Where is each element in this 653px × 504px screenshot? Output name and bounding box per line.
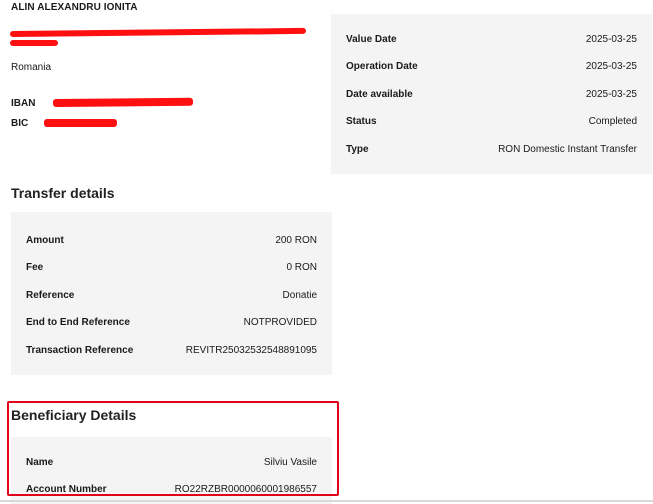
reference-row: Reference Donatie xyxy=(11,290,332,304)
redacted-address-line-2 xyxy=(10,40,58,46)
beneficiary-highlight-box xyxy=(7,401,339,496)
redacted-address-line-1 xyxy=(9,27,307,37)
redacted-iban-value xyxy=(52,97,194,107)
bottom-divider xyxy=(0,500,653,502)
transfer-details-panel: Amount 200 RON Fee 0 RON Reference Donat… xyxy=(11,212,332,375)
date-available-value: 2025-03-25 xyxy=(585,89,637,100)
status-label: Status xyxy=(346,116,377,127)
transfer-details-title: Transfer details xyxy=(11,185,115,201)
date-available-row: Date available 2025-03-25 xyxy=(331,89,652,103)
transaction-reference-value: REVITR25032532548891095 xyxy=(185,345,317,356)
value-date-label: Value Date xyxy=(346,34,397,45)
end-to-end-reference-label: End to End Reference xyxy=(26,317,130,328)
type-value: RON Domestic Instant Transfer xyxy=(498,144,637,155)
account-holder-name: ALIN ALEXANDRU IONITA xyxy=(11,2,138,13)
reference-value: Donatie xyxy=(282,290,317,301)
operation-date-label: Operation Date xyxy=(346,61,418,72)
amount-label: Amount xyxy=(26,235,64,246)
transaction-status-panel: Value Date 2025-03-25 Operation Date 202… xyxy=(331,14,652,174)
transaction-reference-row: Transaction Reference REVITR250325325488… xyxy=(11,345,332,359)
bic-label: BIC xyxy=(11,118,29,129)
date-available-label: Date available xyxy=(346,89,413,100)
fee-row: Fee 0 RON xyxy=(11,262,332,276)
operation-date-row: Operation Date 2025-03-25 xyxy=(331,61,652,75)
reference-label: Reference xyxy=(26,290,75,301)
amount-row: Amount 200 RON xyxy=(11,235,332,249)
operation-date-value: 2025-03-25 xyxy=(585,61,637,72)
iban-label: IBAN xyxy=(11,98,36,109)
type-row: Type RON Domestic Instant Transfer xyxy=(331,144,652,158)
end-to-end-reference-row: End to End Reference NOTPROVIDED xyxy=(11,317,332,331)
value-date-row: Value Date 2025-03-25 xyxy=(331,34,652,48)
fee-label: Fee xyxy=(26,262,44,273)
fee-value: 0 RON xyxy=(286,262,317,273)
type-label: Type xyxy=(346,144,369,155)
amount-value: 200 RON xyxy=(275,235,317,246)
status-row: Status Completed xyxy=(331,116,652,130)
status-value: Completed xyxy=(588,116,637,127)
value-date-value: 2025-03-25 xyxy=(585,34,637,45)
redacted-bic-value xyxy=(44,119,117,127)
account-country: Romania xyxy=(11,62,52,73)
end-to-end-reference-value: NOTPROVIDED xyxy=(243,317,317,328)
transaction-reference-label: Transaction Reference xyxy=(26,345,134,356)
